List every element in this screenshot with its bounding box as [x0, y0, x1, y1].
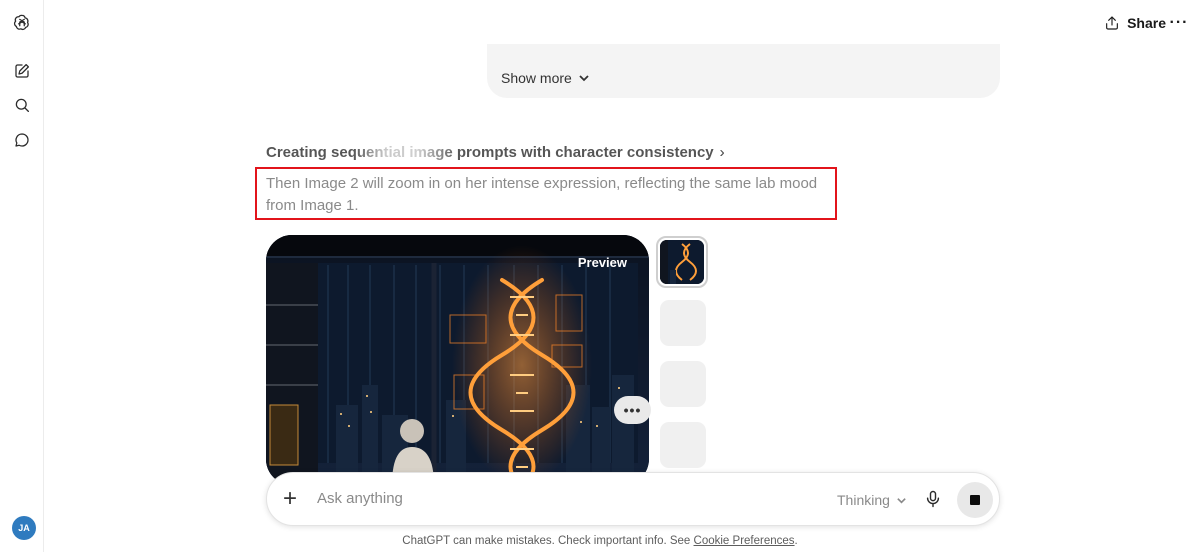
- image-options-button[interactable]: •••: [614, 396, 651, 424]
- openai-logo-icon[interactable]: [8, 8, 36, 36]
- stop-icon: [970, 495, 980, 505]
- disclaimer-text: ChatGPT can make mistakes. Check importa…: [402, 535, 691, 547]
- message-composer: + Thinking: [266, 472, 1000, 526]
- share-icon: [1106, 16, 1118, 30]
- cookie-preferences-link[interactable]: Cookie Preferences: [694, 535, 795, 547]
- message-input[interactable]: [317, 490, 777, 507]
- show-more-button[interactable]: Show more: [501, 70, 590, 86]
- dna-lab-image: [266, 235, 649, 485]
- microphone-icon[interactable]: [923, 489, 943, 509]
- chevron-down-icon: [579, 75, 589, 82]
- more-options-button[interactable]: ···: [1168, 10, 1190, 36]
- highlight-annotation: [255, 167, 837, 220]
- plus-icon[interactable]: +: [283, 487, 297, 511]
- stop-button[interactable]: [957, 482, 993, 518]
- model-selector[interactable]: Thinking: [837, 492, 907, 508]
- share-button[interactable]: Share: [1104, 10, 1166, 36]
- chevron-right-icon: ›: [719, 144, 725, 161]
- chat-bubble-icon[interactable]: [8, 126, 36, 154]
- generated-image-preview[interactable]: Preview: [266, 235, 649, 485]
- preview-label[interactable]: Preview: [578, 255, 627, 270]
- image-thumbnail-placeholder[interactable]: [660, 422, 706, 468]
- ellipsis-icon: ···: [1169, 14, 1189, 31]
- new-chat-icon[interactable]: [8, 57, 36, 85]
- top-bar: Share ···: [44, 0, 1200, 46]
- chevron-down-icon: [897, 497, 906, 504]
- user-message-bubble: Show more: [487, 44, 1000, 98]
- thinking-title: Creating sequential image prompts with c…: [266, 144, 714, 161]
- disclaimer-period: .: [794, 535, 798, 547]
- share-label: Share: [1127, 15, 1166, 31]
- ellipsis-icon: •••: [623, 402, 642, 418]
- disclaimer: ChatGPT can make mistakes. Check importa…: [0, 535, 1200, 547]
- show-more-label: Show more: [501, 70, 572, 86]
- model-label: Thinking: [837, 492, 890, 508]
- image-thumbnail-selected[interactable]: [656, 236, 708, 288]
- image-thumbnail-placeholder[interactable]: [660, 300, 706, 346]
- sidebar-rail: JA: [0, 0, 44, 552]
- thumbnail-image: [660, 240, 704, 284]
- chat-app: JA Share ··· Show more Creating sequenti…: [0, 0, 1200, 552]
- image-thumbnail-placeholder[interactable]: [660, 361, 706, 407]
- search-icon[interactable]: [8, 91, 36, 119]
- thinking-toggle[interactable]: Creating sequential image prompts with c…: [266, 144, 725, 161]
